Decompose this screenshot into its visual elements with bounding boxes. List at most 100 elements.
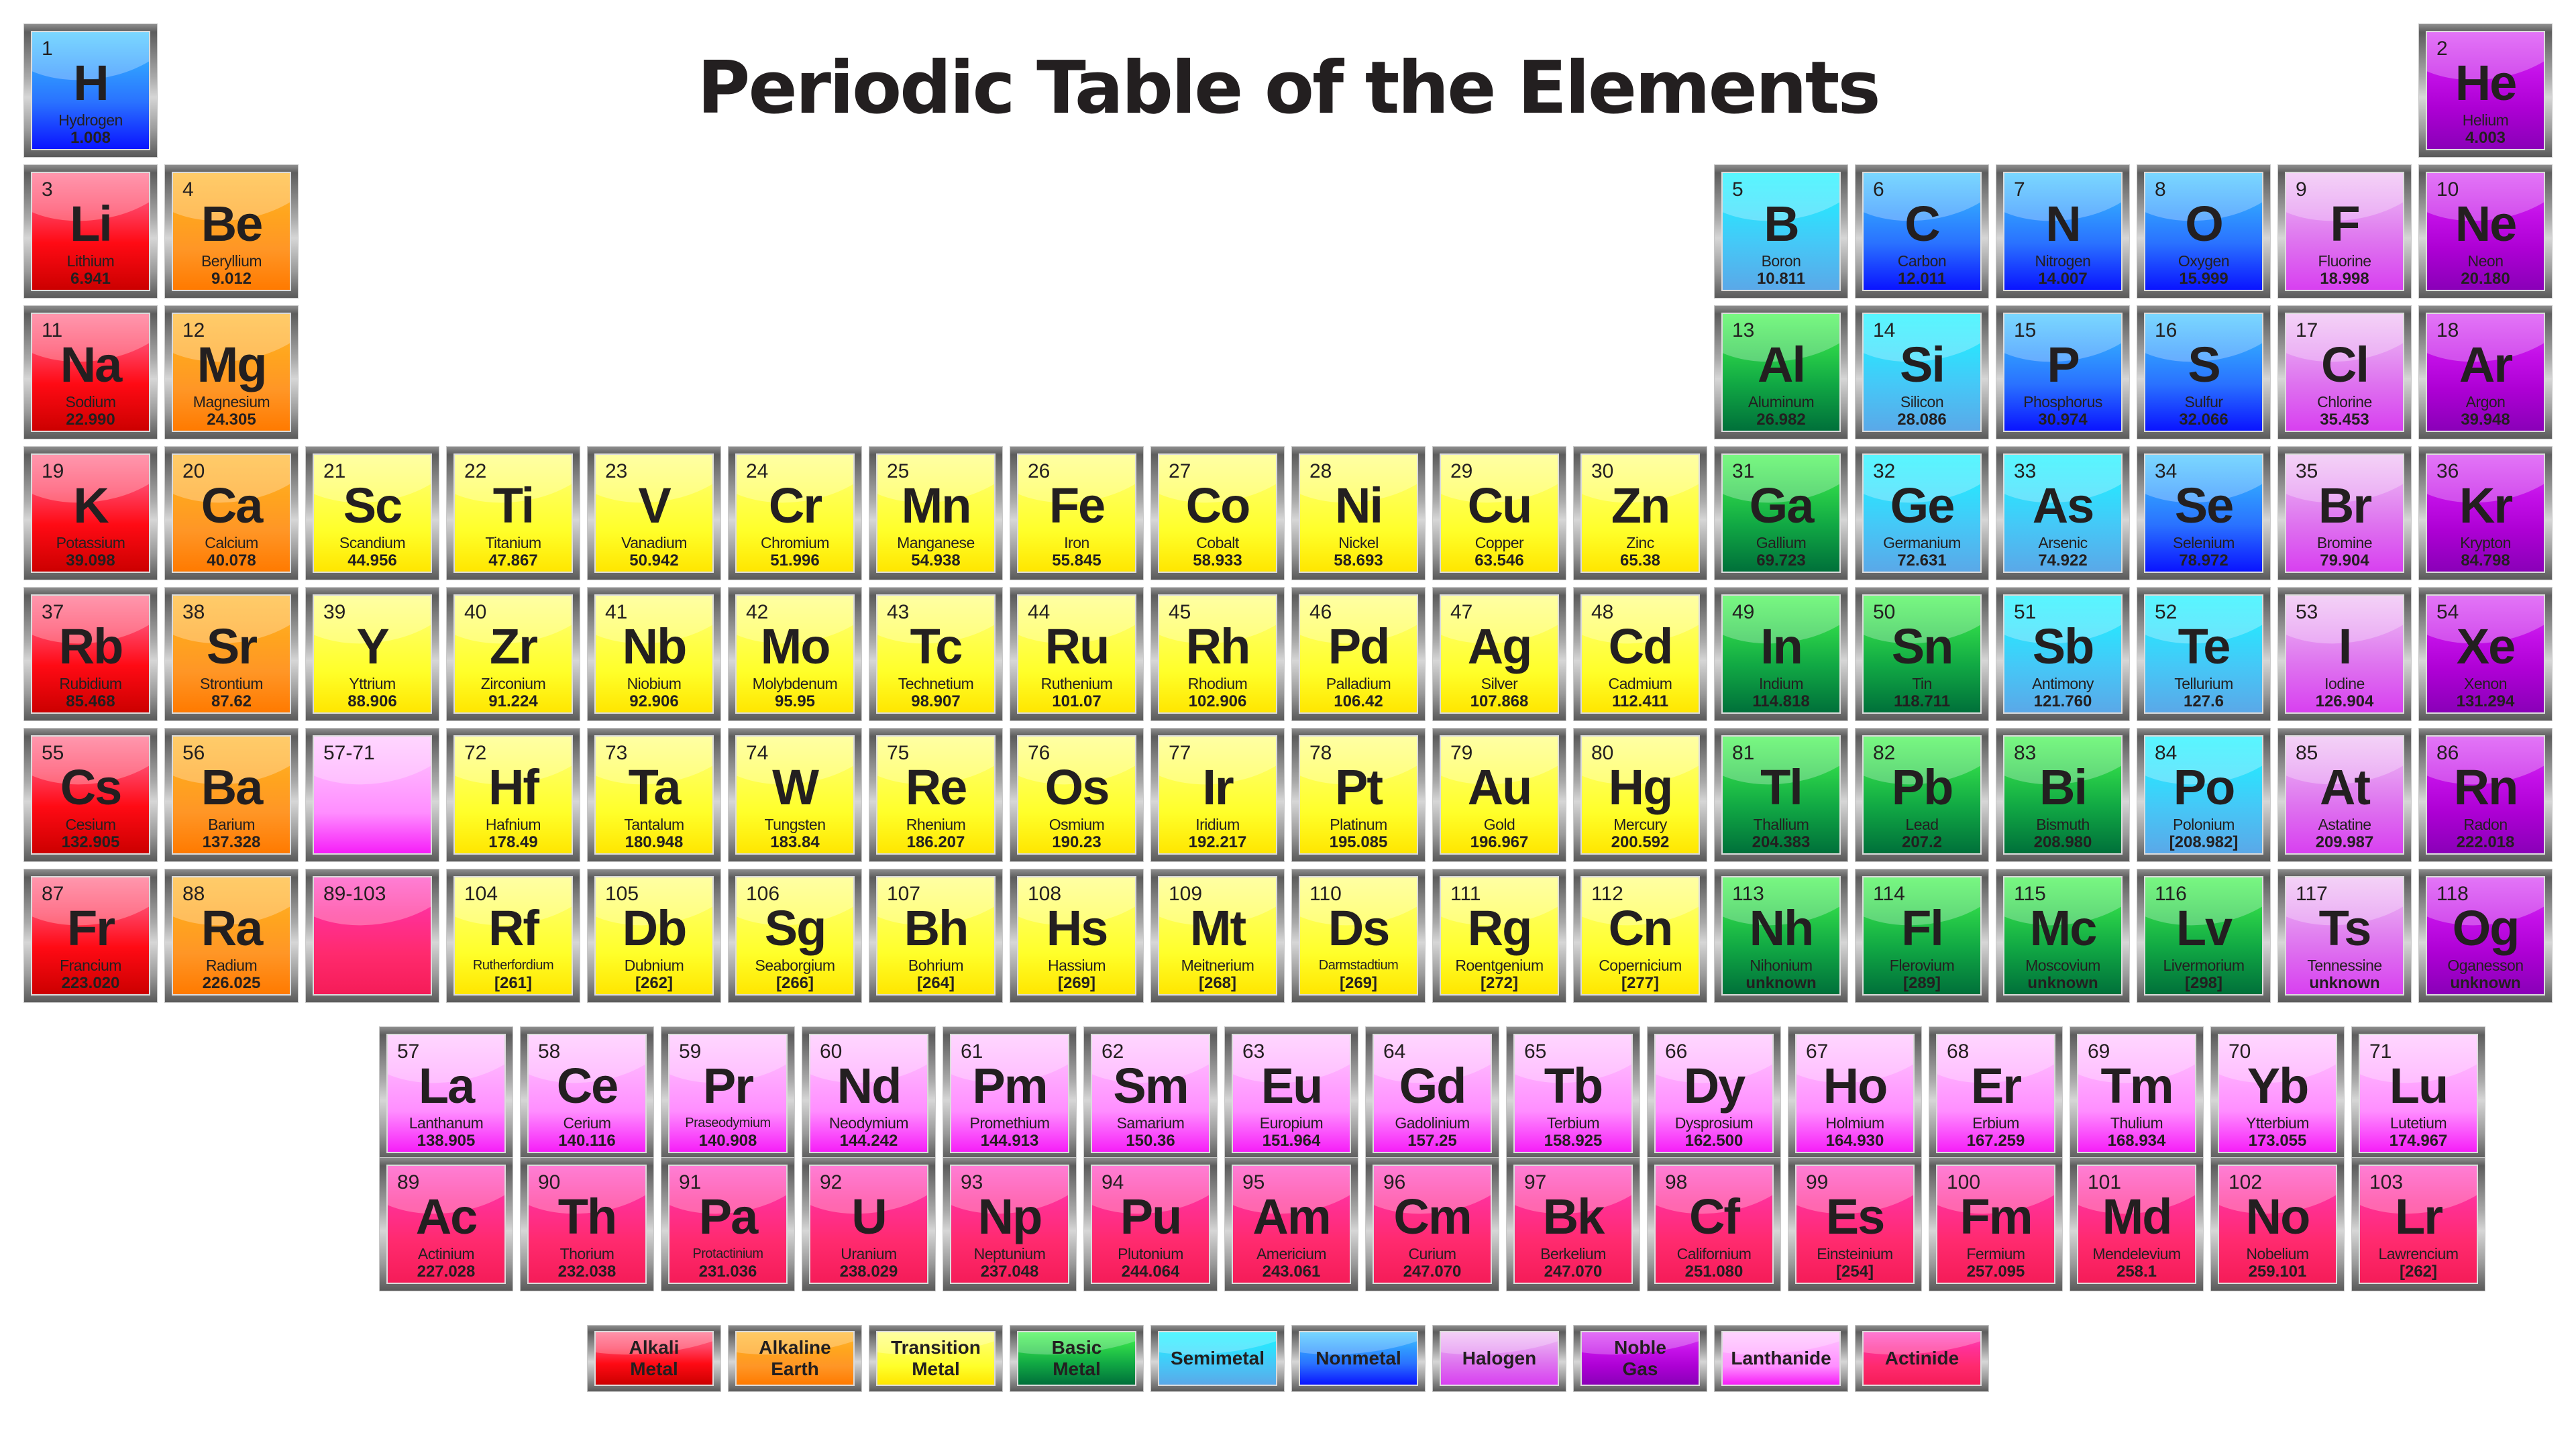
element-tile-co[interactable]: 27 Co Cobalt 58.933 [1150,446,1285,580]
element-tile-rh[interactable]: 45 Rh Rhodium 102.906 [1150,587,1285,721]
element-tile-cn[interactable]: 112 Cn Copernicium [277] [1573,869,1707,1003]
element-tile-k[interactable]: 19 K Potassium 39.098 [23,446,158,580]
element-tile-dy[interactable]: 66 Dy Dysprosium 162.500 [1647,1026,1781,1161]
element-tile-br[interactable]: 35 Br Bromine 79.904 [2277,446,2412,580]
element-tile-ac[interactable]: 89 Ac Actinium 227.028 [379,1157,513,1291]
element-tile-rg[interactable]: 111 Rg Roentgenium [272] [1432,869,1566,1003]
element-tile-mo[interactable]: 42 Mo Molybdenum 95.95 [728,587,862,721]
element-tile-si[interactable]: 14 Si Silicon 28.086 [1855,305,1989,439]
element-tile-fr[interactable]: 87 Fr Francium 223.020 [23,869,158,1003]
element-tile-db[interactable]: 105 Db Dubnium [262] [587,869,721,1003]
element-tile-tc[interactable]: 43 Tc Technetium 98.907 [869,587,1003,721]
element-tile-pa[interactable]: 91 Pa Protactinium 231.036 [661,1157,795,1291]
element-tile-mg[interactable]: 12 Mg Magnesium 24.305 [164,305,299,439]
element-tile-ar[interactable]: 18 Ar Argon 39.948 [2418,305,2553,439]
element-tile-h[interactable]: 1 H Hydrogen 1.008 [23,23,158,158]
element-tile-ga[interactable]: 31 Ga Gallium 69.723 [1714,446,1848,580]
element-tile-ba[interactable]: 56 Ba Barium 137.328 [164,728,299,862]
element-tile-po[interactable]: 84 Po Polonium [208.982] [2137,728,2271,862]
element-tile-ir[interactable]: 77 Ir Iridium 192.217 [1150,728,1285,862]
element-tile-eu[interactable]: 63 Eu Europium 151.964 [1224,1026,1358,1161]
element-tile-ra[interactable]: 88 Ra Radium 226.025 [164,869,299,1003]
element-tile-cr[interactable]: 24 Cr Chromium 51.996 [728,446,862,580]
element-tile-v[interactable]: 23 V Vanadium 50.942 [587,446,721,580]
element-tile-cl[interactable]: 17 Cl Chlorine 35.453 [2277,305,2412,439]
element-tile-gd[interactable]: 64 Gd Gadolinium 157.25 [1365,1026,1499,1161]
element-tile-ho[interactable]: 67 Ho Holmium 164.930 [1788,1026,1922,1161]
element-tile-b[interactable]: 5 B Boron 10.811 [1714,164,1848,299]
element-tile-c[interactable]: 6 C Carbon 12.011 [1855,164,1989,299]
element-tile-rb[interactable]: 37 Rb Rubidium 85.468 [23,587,158,721]
element-tile-fm[interactable]: 100 Fm Fermium 257.095 [1929,1157,2063,1291]
element-tile-s[interactable]: 16 S Sulfur 32.066 [2137,305,2271,439]
element-tile-nd[interactable]: 60 Nd Neodymium 144.242 [802,1026,936,1161]
element-tile-al[interactable]: 13 Al Aluminum 26.982 [1714,305,1848,439]
element-tile-tm[interactable]: 69 Tm Thulium 168.934 [2070,1026,2204,1161]
element-tile-w[interactable]: 74 W Tungsten 183.84 [728,728,862,862]
element-tile-os[interactable]: 76 Os Osmium 190.23 [1010,728,1144,862]
element-tile-u[interactable]: 92 U Uranium 238.029 [802,1157,936,1291]
element-tile-ts[interactable]: 117 Ts Tennessine unknown [2277,869,2412,1003]
element-tile-se[interactable]: 34 Se Selenium 78.972 [2137,446,2271,580]
element-tile-hg[interactable]: 80 Hg Mercury 200.592 [1573,728,1707,862]
element-tile-la[interactable]: 57 La Lanthanum 138.905 [379,1026,513,1161]
element-tile-pt[interactable]: 78 Pt Platinum 195.085 [1291,728,1426,862]
element-tile-no[interactable]: 102 No Nobelium 259.101 [2210,1157,2345,1291]
element-tile-pr[interactable]: 59 Pr Praseodymium 140.908 [661,1026,795,1161]
element-tile-lu[interactable]: 71 Lu Lutetium 174.967 [2351,1026,2485,1161]
element-tile-mn[interactable]: 25 Mn Manganese 54.938 [869,446,1003,580]
element-tile-fe[interactable]: 26 Fe Iron 55.845 [1010,446,1144,580]
element-tile-pb[interactable]: 82 Pb Lead 207.2 [1855,728,1989,862]
element-tile-mc[interactable]: 115 Mc Moscovium unknown [1996,869,2130,1003]
element-tile-as[interactable]: 33 As Arsenic 74.922 [1996,446,2130,580]
element-tile-sr[interactable]: 38 Sr Strontium 87.62 [164,587,299,721]
element-tile-bi[interactable]: 83 Bi Bismuth 208.980 [1996,728,2130,862]
element-tile-zn[interactable]: 30 Zn Zinc 65.38 [1573,446,1707,580]
element-tile-ca[interactable]: 20 Ca Calcium 40.078 [164,446,299,580]
element-tile-og[interactable]: 118 Og Oganesson unknown [2418,869,2553,1003]
element-tile-cf[interactable]: 98 Cf Californium 251.080 [1647,1157,1781,1291]
element-tile-ce[interactable]: 58 Ce Cerium 140.116 [520,1026,654,1161]
element-tile-n[interactable]: 7 N Nitrogen 14.007 [1996,164,2130,299]
element-tile-ti[interactable]: 22 Ti Titanium 47.867 [446,446,580,580]
element-tile-np[interactable]: 93 Np Neptunium 237.048 [943,1157,1077,1291]
element-tile-au[interactable]: 79 Au Gold 196.967 [1432,728,1566,862]
placeholder-tile-actinide[interactable]: 89-103 [305,869,439,1003]
element-tile-xe[interactable]: 54 Xe Xenon 131.294 [2418,587,2553,721]
element-tile-am[interactable]: 95 Am Americium 243.061 [1224,1157,1358,1291]
element-tile-sb[interactable]: 51 Sb Antimony 121.760 [1996,587,2130,721]
element-tile-ds[interactable]: 110 Ds Darmstadtium [269] [1291,869,1426,1003]
element-tile-nb[interactable]: 41 Nb Niobium 92.906 [587,587,721,721]
element-tile-ru[interactable]: 44 Ru Ruthenium 101.07 [1010,587,1144,721]
element-tile-es[interactable]: 99 Es Einsteinium [254] [1788,1157,1922,1291]
element-tile-pu[interactable]: 94 Pu Plutonium 244.064 [1083,1157,1218,1291]
element-tile-lv[interactable]: 116 Lv Livermorium [298] [2137,869,2271,1003]
element-tile-tb[interactable]: 65 Tb Terbium 158.925 [1506,1026,1640,1161]
element-tile-yb[interactable]: 70 Yb Ytterbium 173.055 [2210,1026,2345,1161]
element-tile-i[interactable]: 53 I Iodine 126.904 [2277,587,2412,721]
element-tile-md[interactable]: 101 Md Mendelevium 258.1 [2070,1157,2204,1291]
element-tile-rf[interactable]: 104 Rf Rutherfordium [261] [446,869,580,1003]
element-tile-ni[interactable]: 28 Ni Nickel 58.693 [1291,446,1426,580]
element-tile-li[interactable]: 3 Li Lithium 6.941 [23,164,158,299]
element-tile-zr[interactable]: 40 Zr Zirconium 91.224 [446,587,580,721]
element-tile-sc[interactable]: 21 Sc Scandium 44.956 [305,446,439,580]
element-tile-ta[interactable]: 73 Ta Tantalum 180.948 [587,728,721,862]
element-tile-hf[interactable]: 72 Hf Hafnium 178.49 [446,728,580,862]
element-tile-at[interactable]: 85 At Astatine 209.987 [2277,728,2412,862]
element-tile-be[interactable]: 4 Be Beryllium 9.012 [164,164,299,299]
element-tile-hs[interactable]: 108 Hs Hassium [269] [1010,869,1144,1003]
element-tile-p[interactable]: 15 P Phosphorus 30.974 [1996,305,2130,439]
element-tile-tl[interactable]: 81 Tl Thallium 204.383 [1714,728,1848,862]
element-tile-te[interactable]: 52 Te Tellurium 127.6 [2137,587,2271,721]
element-tile-pm[interactable]: 61 Pm Promethium 144.913 [943,1026,1077,1161]
element-tile-pd[interactable]: 46 Pd Palladium 106.42 [1291,587,1426,721]
element-tile-cd[interactable]: 48 Cd Cadmium 112.411 [1573,587,1707,721]
element-tile-na[interactable]: 11 Na Sodium 22.990 [23,305,158,439]
element-tile-ge[interactable]: 32 Ge Germanium 72.631 [1855,446,1989,580]
element-tile-cs[interactable]: 55 Cs Cesium 132.905 [23,728,158,862]
element-tile-f[interactable]: 9 F Fluorine 18.998 [2277,164,2412,299]
element-tile-ne[interactable]: 10 Ne Neon 20.180 [2418,164,2553,299]
element-tile-bh[interactable]: 107 Bh Bohrium [264] [869,869,1003,1003]
element-tile-th[interactable]: 90 Th Thorium 232.038 [520,1157,654,1291]
